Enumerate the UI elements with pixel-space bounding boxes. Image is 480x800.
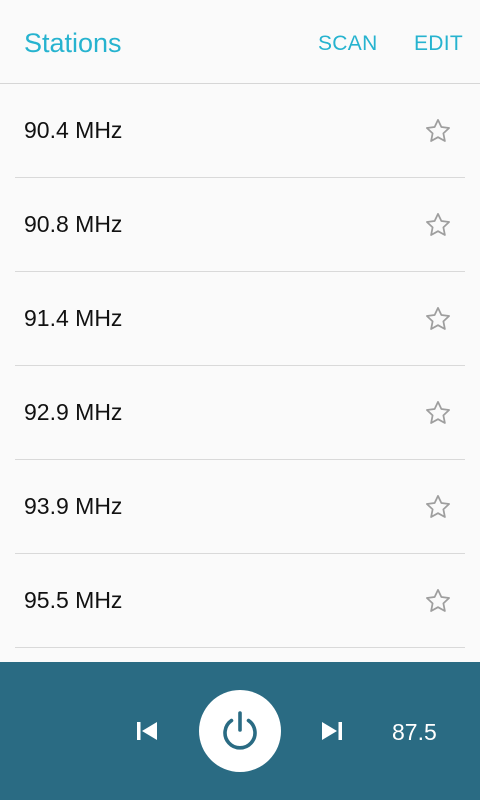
power-button[interactable] bbox=[199, 690, 281, 772]
app-header: Stations SCAN EDIT bbox=[0, 0, 480, 84]
station-row[interactable]: 93.9 MHz bbox=[15, 460, 465, 554]
scan-button[interactable]: SCAN bbox=[318, 31, 378, 57]
player-bar: 87.5 bbox=[0, 662, 480, 800]
star-icon[interactable] bbox=[424, 587, 452, 615]
station-row[interactable]: 95.5 MHz bbox=[15, 554, 465, 648]
current-frequency: 87.5 bbox=[392, 719, 437, 745]
page-title: Stations bbox=[24, 28, 122, 58]
station-row[interactable]: 90.8 MHz bbox=[15, 178, 465, 272]
fm-radio-app: Stations SCAN EDIT 90.4 MHz 90.8 MHz 91.… bbox=[0, 0, 480, 800]
power-icon bbox=[223, 711, 257, 750]
station-frequency: 95.5 MHz bbox=[24, 587, 123, 613]
station-frequency: 90.8 MHz bbox=[24, 211, 123, 237]
skip-previous-icon[interactable] bbox=[136, 720, 158, 742]
station-frequency: 90.4 MHz bbox=[24, 117, 123, 143]
star-icon[interactable] bbox=[424, 399, 452, 427]
station-frequency: 93.9 MHz bbox=[24, 493, 123, 519]
station-frequency: 92.9 MHz bbox=[24, 399, 123, 425]
edit-button[interactable]: EDIT bbox=[414, 31, 463, 57]
station-frequency: 91.4 MHz bbox=[24, 305, 123, 331]
station-row[interactable]: 90.4 MHz bbox=[15, 84, 465, 178]
station-row[interactable]: 91.4 MHz bbox=[15, 272, 465, 366]
station-row[interactable]: 92.9 MHz bbox=[15, 366, 465, 460]
star-icon[interactable] bbox=[424, 305, 452, 333]
star-icon[interactable] bbox=[424, 493, 452, 521]
star-icon[interactable] bbox=[424, 117, 452, 145]
station-list: 90.4 MHz 90.8 MHz 91.4 MHz 92.9 MHz 93.9… bbox=[0, 84, 480, 648]
star-icon[interactable] bbox=[424, 211, 452, 239]
skip-next-icon[interactable] bbox=[321, 720, 343, 742]
